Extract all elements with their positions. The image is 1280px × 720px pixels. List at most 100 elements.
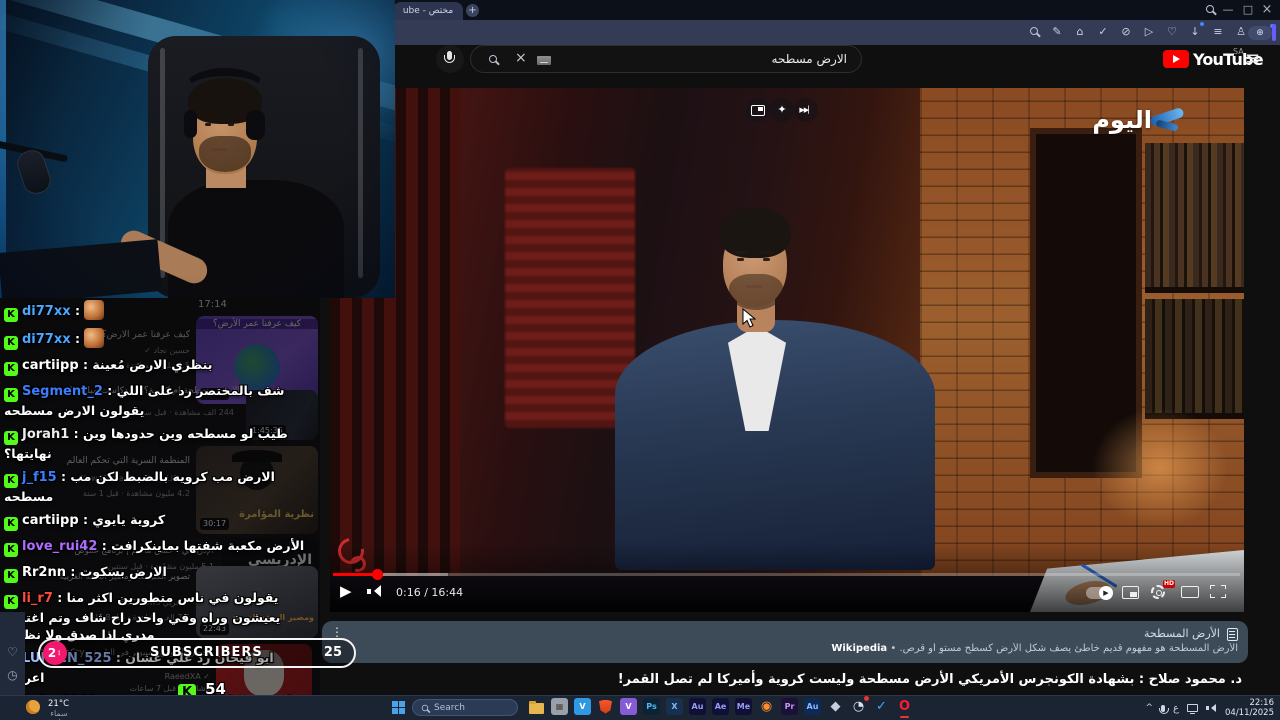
visual-studio-icon: V xyxy=(625,702,632,711)
search-icon xyxy=(1030,27,1038,35)
search-icon[interactable] xyxy=(1027,24,1041,40)
favorites-heart-icon[interactable]: ♡ xyxy=(0,645,25,659)
favorites-heart-icon[interactable]: ♡ xyxy=(1165,24,1179,40)
history-clock-icon[interactable]: ◷ xyxy=(0,668,25,682)
autoplay-toggle[interactable] xyxy=(1086,586,1113,600)
panel-menu-icon[interactable]: ⋮ xyxy=(331,626,343,638)
kick-badge-icon: K xyxy=(4,362,18,376)
tab-search-icon[interactable] xyxy=(1202,3,1218,17)
vpn-icon[interactable]: ⊘ xyxy=(1119,24,1133,40)
snapshot-icon[interactable]: ✎ xyxy=(1050,24,1064,40)
check-app[interactable]: ✓ xyxy=(873,698,890,715)
premiere[interactable]: Pr xyxy=(781,698,798,715)
audition[interactable]: Au xyxy=(689,698,706,715)
taskbar-search[interactable]: Search xyxy=(412,699,518,716)
presenter-hair xyxy=(719,208,791,258)
chat-username[interactable]: Rr2nn xyxy=(22,565,66,580)
gauge-app[interactable]: ◔ xyxy=(850,696,869,715)
volume-icon[interactable] xyxy=(367,585,383,598)
chat-text: الارض بسكوت xyxy=(79,564,167,579)
progress-bar[interactable] xyxy=(333,573,1240,576)
audition-icon: Au xyxy=(691,702,704,711)
clear-search-icon[interactable]: × xyxy=(515,50,527,66)
hamburger-menu-icon[interactable]: ≡ xyxy=(1245,48,1260,69)
ai-enhance-button[interactable]: ✦ xyxy=(770,98,794,122)
voice-search-button[interactable] xyxy=(436,45,464,73)
chat-username[interactable]: li_r7 xyxy=(22,591,53,606)
chat-separator: : xyxy=(78,357,93,372)
photoshop[interactable]: Ps xyxy=(643,698,660,715)
chat-username[interactable]: di77xx xyxy=(22,332,71,347)
kick-badge-icon: K xyxy=(4,595,18,609)
wikipedia-panel[interactable]: ⋮ الأرض المسطحة الأرض المسطّحة هو مفهوم … xyxy=(322,621,1248,663)
visual-studio[interactable]: V xyxy=(620,698,637,715)
sidebar-toggle-indicator[interactable] xyxy=(1272,24,1276,41)
video-player[interactable]: اليوم ✦ ▶▶▏ ▶ 0:16 / 16:44 HD xyxy=(330,88,1244,612)
brave-browser[interactable] xyxy=(597,698,614,715)
search-icon[interactable] xyxy=(489,55,497,63)
language-indicator[interactable]: ع xyxy=(1173,703,1179,714)
presenter-mouth xyxy=(746,285,763,288)
new-tab-button[interactable]: + xyxy=(466,4,479,17)
youtube-logo-icon[interactable] xyxy=(1163,50,1189,68)
bookmarks-list-icon[interactable]: ≡ xyxy=(1211,24,1225,40)
folder-icon xyxy=(529,700,544,714)
kick-badge-icon: K xyxy=(4,569,18,583)
chat-username[interactable]: cartiipp xyxy=(22,358,79,373)
goal-current-badge: 2⋮ xyxy=(43,641,67,665)
chat-text: الأرض مكعبة شفتها بماينكرافت xyxy=(111,538,305,553)
file-explorer[interactable] xyxy=(528,698,545,715)
vscode[interactable]: V xyxy=(574,698,591,715)
tray-clock[interactable]: 22:16 04/11/2025 xyxy=(1225,698,1274,718)
miniplayer-icon[interactable] xyxy=(1122,586,1139,599)
browser-tab[interactable]: ube - مختص xyxy=(393,2,463,20)
skip-to-live-button[interactable]: ▶▶▏ xyxy=(794,98,818,122)
progress-scrubber[interactable] xyxy=(372,569,383,580)
diamond-app[interactable]: ◆ xyxy=(827,698,844,715)
chat-username[interactable]: Jorah1 xyxy=(22,427,69,442)
opera-browser-icon: O xyxy=(898,699,911,714)
subscriber-goal-widget: 2⋮ SUBSCRIBERS 25 xyxy=(38,638,356,668)
media-encoder[interactable]: Me xyxy=(735,698,752,715)
result-video-title[interactable]: د. محمود صلاح : بشهادة الكونجرس الأمريكي… xyxy=(340,672,1242,687)
search-box[interactable]: × الارض مسطحه xyxy=(470,45,862,73)
start-button[interactable] xyxy=(392,701,405,714)
tray-mic-icon[interactable] xyxy=(1158,704,1169,714)
after-effects[interactable]: Ae xyxy=(712,698,729,715)
wikipedia-title[interactable]: الأرض المسطحة xyxy=(1144,627,1220,640)
chat-username[interactable]: Segment_2 xyxy=(22,384,103,399)
speaker-icon[interactable] xyxy=(1206,703,1217,713)
orange-app-icon: ◉ xyxy=(760,699,773,714)
orange-app[interactable]: ◉ xyxy=(758,698,775,715)
opera-browser[interactable]: O xyxy=(896,698,913,718)
chat-username[interactable]: cartiipp xyxy=(22,513,79,528)
notification-badge xyxy=(864,696,869,701)
keyboard-icon[interactable] xyxy=(537,56,551,65)
audition-blue[interactable]: Au xyxy=(804,698,821,715)
play-button[interactable]: ▶ xyxy=(340,582,352,600)
profile-icon[interactable]: ♙ xyxy=(1234,24,1248,40)
fullscreen-icon[interactable] xyxy=(1210,585,1226,598)
restore-button[interactable]: □ xyxy=(1240,3,1256,17)
search-input-value[interactable]: الارض مسطحه xyxy=(772,52,847,66)
xsplit-app[interactable]: X xyxy=(666,698,683,715)
chat-username[interactable]: j_f15 xyxy=(22,470,57,485)
tray-chevron-icon[interactable]: ^ xyxy=(1145,703,1153,713)
close-button[interactable]: × xyxy=(1259,3,1275,17)
popout-video-button[interactable] xyxy=(746,98,770,122)
theater-mode-icon[interactable] xyxy=(1181,586,1199,598)
wikipedia-source[interactable]: Wikipedia xyxy=(831,643,887,654)
brave-shield-icon xyxy=(599,699,612,714)
minimize-button[interactable]: — xyxy=(1220,3,1236,17)
chat-separator: : xyxy=(56,469,71,484)
extensions-icon[interactable]: ⊕ xyxy=(1248,24,1274,40)
downloads-icon[interactable]: ↓ xyxy=(1188,22,1204,40)
adblock-check-icon[interactable]: ✓ xyxy=(1096,24,1110,40)
chat-username[interactable]: love_rui42 xyxy=(22,539,97,554)
archive-app[interactable]: ▦ xyxy=(551,698,568,715)
flow-icon[interactable]: ▷ xyxy=(1142,24,1156,40)
presenter-beard xyxy=(729,274,783,310)
network-icon[interactable] xyxy=(1187,704,1198,714)
chat-username[interactable]: di77xx xyxy=(22,304,71,319)
home-icon[interactable]: ⌂ xyxy=(1073,24,1087,40)
